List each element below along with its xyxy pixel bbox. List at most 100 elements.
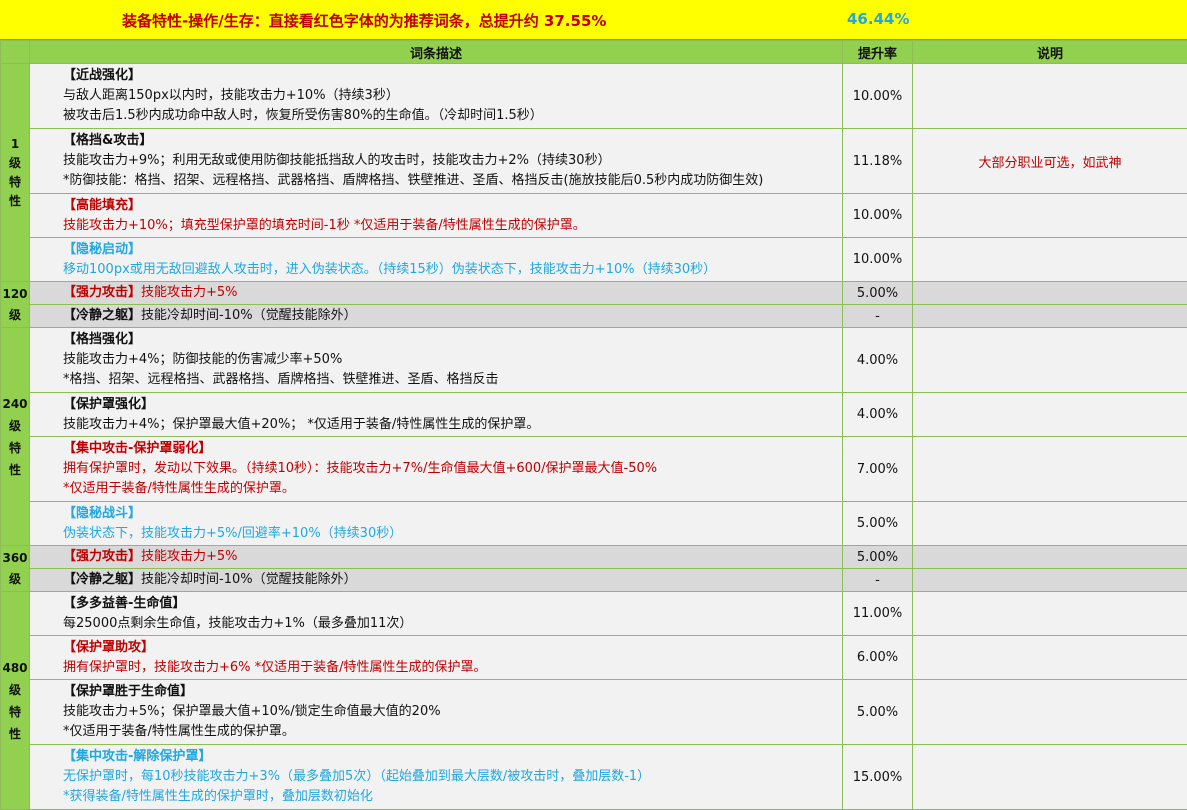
row-desc: 【冷静之躯】技能冷却时间-10%（觉醒技能除外）: [29, 568, 843, 592]
table-row: 【冷静之躯】技能冷却时间-10%（觉醒技能除外） -: [1, 568, 1187, 592]
header-row: 词条描述 提升率 说明: [0, 40, 1187, 64]
trait-line: 技能攻击力+5%: [141, 285, 238, 300]
trait-line: 拥有保护罩时，技能攻击力+6% *仅适用于装备/特性属性生成的保护罩。: [63, 659, 487, 675]
level-1-label: 1 级 特 性: [0, 63, 30, 282]
row-desc: 【隐秘启动】 移动100px或用无敌回避敌人攻击时，进入伪装状态。（持续15秒）…: [29, 237, 843, 282]
row-note: [912, 545, 1187, 569]
trait-line: 技能攻击力+4%；保护罩最大值+20%； *仅适用于装备/特性属性生成的保护罩。: [63, 416, 540, 432]
row-desc: 【保护罩胜于生命值】 技能攻击力+5%；保护罩最大值+10%/锁定生命值最大值的…: [29, 679, 843, 745]
trait-name: 【强力攻击】: [63, 285, 142, 300]
trait-name: 【隐秘战斗】: [63, 505, 142, 521]
table-row: 【集中攻击-解除保护罩】 无保护罩时，每10秒技能攻击力+3%（最多叠加5次）（…: [1, 744, 1187, 810]
trait-line: *仅适用于装备/特性属性生成的保护罩。: [63, 481, 295, 496]
row-desc: 【强力攻击】技能攻击力+5%: [29, 281, 843, 305]
row-note: [912, 436, 1187, 502]
header-blank: [0, 40, 30, 64]
row-rate: 5.00%: [842, 501, 913, 546]
row-note: [912, 501, 1187, 546]
trait-line: 与敌人距离150px以内时，技能攻击力+10%（持续3秒）: [63, 88, 399, 103]
row-note: [912, 392, 1187, 437]
row-rate: 4.00%: [842, 327, 913, 393]
table-row: 【隐秘启动】 移动100px或用无敌回避敌人攻击时，进入伪装状态。（持续15秒）…: [1, 237, 1187, 282]
header-rate: 提升率: [842, 40, 913, 64]
row-note: [912, 635, 1187, 680]
row-desc: 【近战强化】 与敌人距离150px以内时，技能攻击力+10%（持续3秒） 被攻击…: [29, 63, 843, 129]
level-480-label: 480 级 特 性: [0, 591, 30, 810]
row-desc: 【高能填充】 技能攻击力+10%；填充型保护罩的填充时间-1秒 *仅适用于装备/…: [29, 193, 843, 238]
row-desc: 【集中攻击-解除保护罩】 无保护罩时，每10秒技能攻击力+3%（最多叠加5次）（…: [29, 744, 843, 810]
trait-line: 技能攻击力+9%；利用无敌或使用防御技能抵挡敌人的攻击时，技能攻击力+2%（持续…: [63, 153, 611, 168]
row-desc: 【强力攻击】技能攻击力+5%: [29, 545, 843, 569]
trait-line: 技能冷却时间-10%（觉醒技能除外）: [141, 572, 357, 587]
trait-name: 【保护罩强化】: [63, 396, 155, 412]
table-row: 【集中攻击-保护罩弱化】 拥有保护罩时，发动以下效果。（持续10秒）：技能攻击力…: [1, 436, 1187, 502]
traits-table: 词条描述 提升率 说明 1 级 特 性 【近战强化】 与敌人距离150px以内时…: [0, 40, 1187, 810]
row-note: [912, 281, 1187, 305]
trait-line: 技能攻击力+10%；填充型保护罩的填充时间-1秒 *仅适用于装备/特性属性生成的…: [63, 217, 586, 233]
level-360-label: 360 级: [0, 545, 30, 592]
level-120-label: 120 级: [0, 281, 30, 328]
row-rate: 7.00%: [842, 436, 913, 502]
trait-line: *格挡、招架、远程格挡、武器格挡、盾牌格挡、铁壁推进、圣盾、格挡反击: [63, 372, 499, 387]
row-note: [912, 327, 1187, 393]
trait-line: 移动100px或用无敌回避敌人攻击时，进入伪装状态。（持续15秒）伪装状态下，技…: [63, 261, 717, 277]
trait-name: 【多多益善-生命值】: [63, 595, 186, 611]
trait-line: 技能冷却时间-10%（觉醒技能除外）: [141, 308, 357, 323]
row-note: [912, 193, 1187, 238]
table-row: 【保护罩强化】 技能攻击力+4%；保护罩最大值+20%； *仅适用于装备/特性属…: [1, 392, 1187, 437]
row-desc: 【集中攻击-保护罩弱化】 拥有保护罩时，发动以下效果。（持续10秒）：技能攻击力…: [29, 436, 843, 502]
banner: 装备特性-操作/生存：直接看红色字体的为推荐词条，总提升约 37.55% 46.…: [0, 0, 1187, 40]
table-row: 1 级 特 性 【近战强化】 与敌人距离150px以内时，技能攻击力+10%（持…: [0, 63, 1187, 282]
row-note: [912, 591, 1187, 636]
row-desc: 【冷静之躯】技能冷却时间-10%（觉醒技能除外）: [29, 304, 843, 328]
row-rate: -: [842, 568, 913, 592]
trait-name: 【格挡&攻击】: [63, 133, 153, 148]
header-description: 词条描述: [29, 40, 843, 64]
row-desc: 【保护罩强化】 技能攻击力+4%；保护罩最大值+20%； *仅适用于装备/特性属…: [29, 392, 843, 437]
table-row: 360 级 【强力攻击】技能攻击力+5% 5.00%: [0, 545, 1187, 592]
row-note: 大部分职业可选，如武神: [912, 128, 1187, 194]
row-rate: 11.18%: [842, 128, 913, 194]
row-rate: 15.00%: [842, 744, 913, 810]
table-row: 480 级 特 性 【多多益善-生命值】 每25000点剩余生命值，技能攻击力+…: [0, 591, 1187, 810]
table-row: 【隐秘战斗】 伪装状态下，技能攻击力+5%/回避率+10%（持续30秒） 5.0…: [1, 501, 1187, 546]
trait-line: 每25000点剩余生命值，技能攻击力+1%（最多叠加11次）: [63, 615, 413, 631]
trait-line: *获得装备/特性属性生成的保护罩时，叠加层数初始化: [63, 789, 373, 804]
row-note: [912, 237, 1187, 282]
table-row: 【保护罩胜于生命值】 技能攻击力+5%；保护罩最大值+10%/锁定生命值最大值的…: [1, 679, 1187, 745]
trait-name: 【保护罩胜于生命值】: [63, 684, 194, 699]
table-row: 【高能填充】 技能攻击力+10%；填充型保护罩的填充时间-1秒 *仅适用于装备/…: [1, 193, 1187, 238]
trait-name: 【格挡强化】: [63, 332, 142, 347]
trait-name: 【近战强化】: [63, 68, 142, 83]
trait-name: 【强力攻击】: [63, 549, 142, 564]
row-rate: 11.00%: [842, 591, 913, 636]
row-rate: 4.00%: [842, 392, 913, 437]
trait-line: 拥有保护罩时，发动以下效果。（持续10秒）：技能攻击力+7%/生命值最大值+60…: [63, 461, 658, 476]
row-desc: 【格挡&攻击】 技能攻击力+9%；利用无敌或使用防御技能抵挡敌人的攻击时，技能攻…: [29, 128, 843, 194]
trait-line: 伪装状态下，技能攻击力+5%/回避率+10%（持续30秒）: [63, 525, 403, 541]
row-note: [912, 63, 1187, 129]
row-rate: -: [842, 304, 913, 328]
row-rate: 5.00%: [842, 545, 913, 569]
trait-line: 技能攻击力+4%；防御技能的伤害减少率+50%: [63, 352, 343, 367]
trait-line: *仅适用于装备/特性属性生成的保护罩。: [63, 724, 295, 739]
row-rate: 10.00%: [842, 193, 913, 238]
row-desc: 【格挡强化】 技能攻击力+4%；防御技能的伤害减少率+50% *格挡、招架、远程…: [29, 327, 843, 393]
table-row: 【格挡&攻击】 技能攻击力+9%；利用无敌或使用防御技能抵挡敌人的攻击时，技能攻…: [1, 128, 1187, 194]
row-note: [912, 744, 1187, 810]
trait-name: 【冷静之躯】: [63, 308, 142, 323]
row-rate: 10.00%: [842, 63, 913, 129]
trait-name: 【冷静之躯】: [63, 572, 142, 587]
trait-name: 【集中攻击-保护罩弱化】: [63, 441, 212, 456]
row-desc: 【隐秘战斗】 伪装状态下，技能攻击力+5%/回避率+10%（持续30秒）: [29, 501, 843, 546]
trait-name: 【高能填充】: [63, 197, 142, 213]
table-row: 240 级 特 性 【格挡强化】 技能攻击力+4%；防御技能的伤害减少率+50%…: [0, 327, 1187, 546]
banner-total-alt: 46.44%: [847, 10, 910, 28]
row-rate: 5.00%: [842, 281, 913, 305]
trait-line: 无保护罩时，每10秒技能攻击力+3%（最多叠加5次）（起始叠加到最大层数/被攻击…: [63, 769, 651, 784]
row-rate: 5.00%: [842, 679, 913, 745]
trait-line: *防御技能：格挡、招架、远程格挡、武器格挡、盾牌格挡、铁壁推进、圣盾、格挡反击(…: [63, 173, 764, 188]
level-240-label: 240 级 特 性: [0, 327, 30, 546]
row-rate: 6.00%: [842, 635, 913, 680]
trait-name: 【保护罩助攻】: [63, 639, 155, 655]
